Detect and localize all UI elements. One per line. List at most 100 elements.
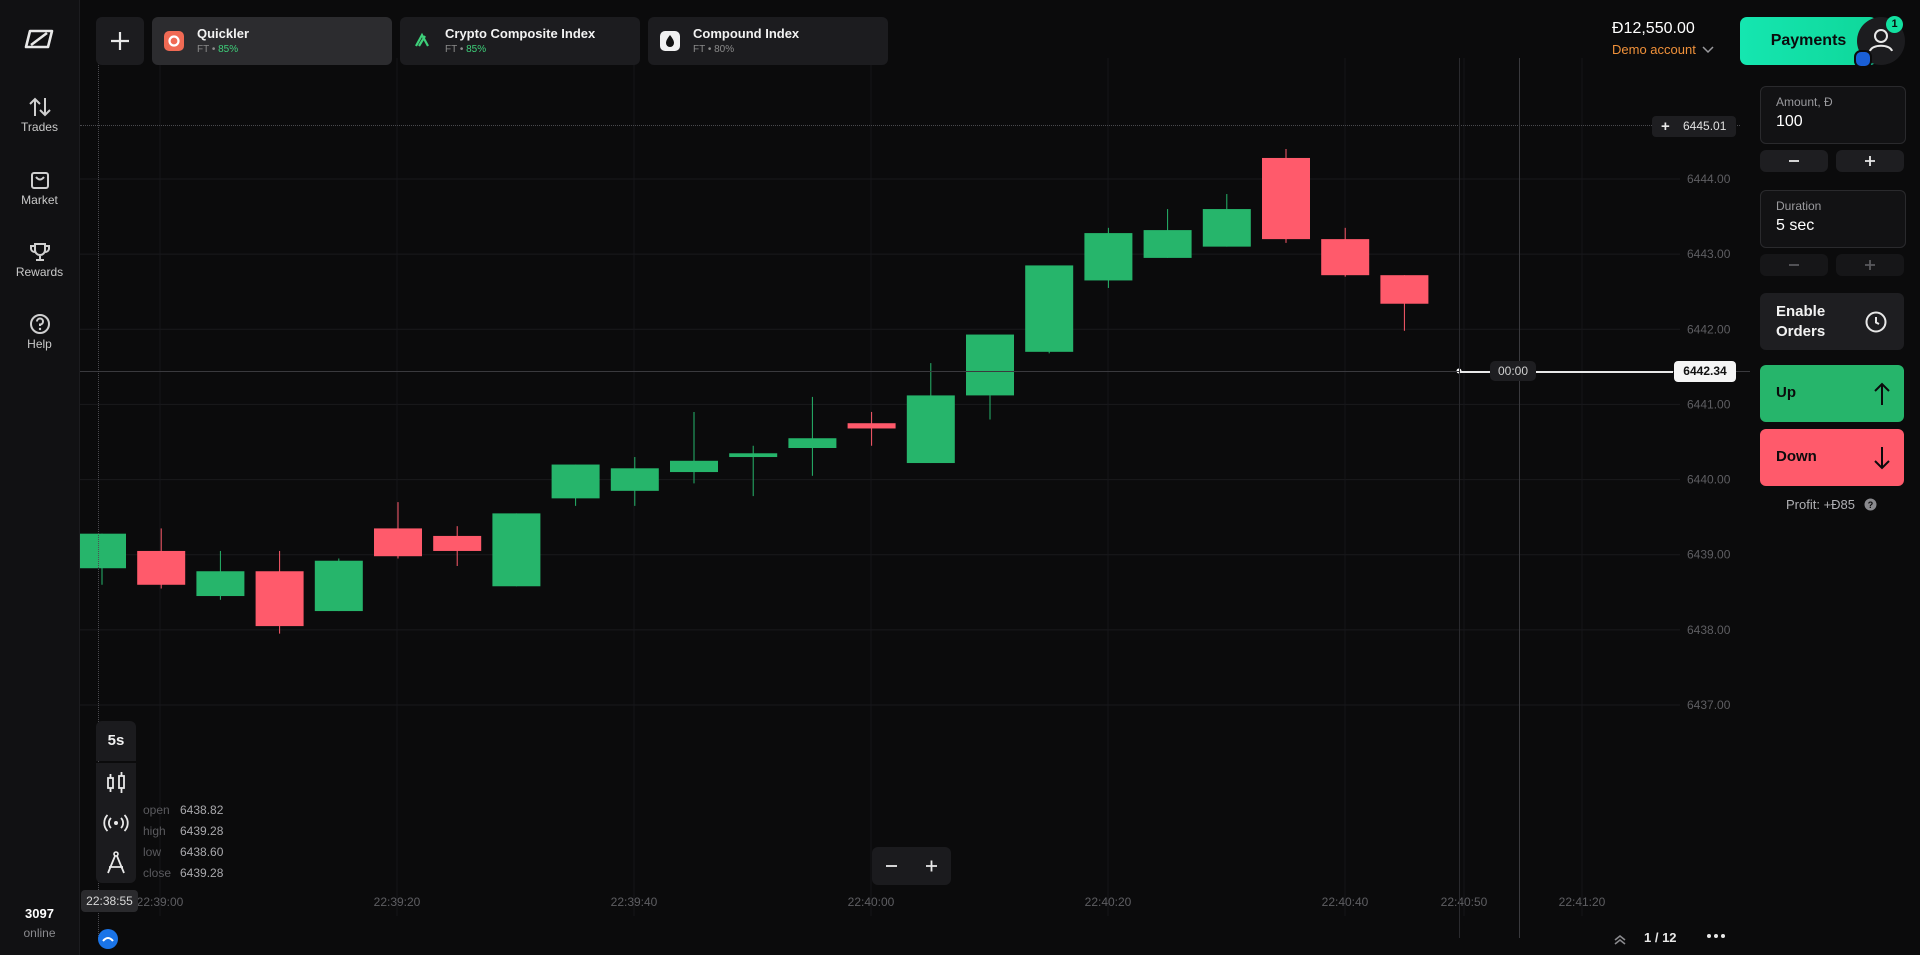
add-asset-button[interactable] [96, 17, 144, 65]
candle[interactable] [966, 334, 1014, 420]
x-tick-label: 22:39:40 [611, 895, 658, 909]
add-alert-icon[interactable]: + [1661, 116, 1670, 137]
candle[interactable] [314, 558, 363, 612]
candle-body [906, 395, 955, 464]
x-tick-label: 22:40:50 [1441, 895, 1488, 909]
scroll-up-icon[interactable] [1612, 932, 1628, 951]
sidebar-item-rewards[interactable]: Rewards [0, 241, 79, 279]
candle[interactable] [1262, 148, 1310, 243]
question-icon[interactable]: ? [1864, 498, 1877, 511]
candle[interactable] [729, 445, 778, 497]
candle[interactable] [255, 550, 304, 634]
x-tick-label: 22:40:40 [1322, 895, 1369, 909]
tab-subtitle: FT • 85% [197, 44, 239, 55]
arrow-up-icon [1874, 382, 1890, 405]
chat-avatar-icon[interactable] [98, 929, 118, 949]
candle[interactable] [80, 533, 126, 585]
quickler-icon [164, 31, 184, 51]
crosshair-price-label: 6445.01 [1683, 119, 1727, 133]
candle[interactable] [788, 396, 837, 476]
sidebar-item-market[interactable]: Market [0, 169, 79, 207]
candle[interactable] [1321, 227, 1370, 277]
chevron-down-icon [1702, 46, 1714, 54]
candle-body [729, 453, 778, 458]
broadcast-icon [103, 814, 129, 832]
timeframe-button[interactable]: 5s [96, 721, 136, 761]
candle[interactable] [610, 457, 659, 506]
crosshair-horizontal [80, 125, 1740, 126]
enable-orders-button[interactable]: Enable Orders [1760, 293, 1904, 350]
plus-icon [111, 32, 129, 50]
up-button[interactable]: Up [1760, 365, 1904, 422]
candle[interactable] [1380, 275, 1429, 331]
candle[interactable] [1143, 209, 1192, 258]
candle[interactable] [374, 502, 422, 559]
online-label: online [23, 926, 56, 940]
candle[interactable] [906, 363, 955, 464]
crypto-composite-icon [412, 31, 432, 51]
candle-body [1202, 209, 1251, 247]
candle-body [1262, 157, 1310, 240]
minus-icon [1789, 264, 1799, 266]
amount-increase-button[interactable] [1836, 150, 1904, 172]
compass-icon [107, 851, 125, 874]
pagination: 1 / 12 [1644, 930, 1677, 945]
candle[interactable] [1202, 194, 1251, 247]
candle-body [966, 334, 1014, 396]
candle[interactable] [137, 528, 186, 589]
candle[interactable] [551, 464, 600, 506]
candle[interactable] [492, 513, 541, 587]
candle[interactable] [670, 411, 718, 484]
candle-body [492, 513, 541, 587]
crosshair-price-badge[interactable]: + 6445.01 [1652, 116, 1736, 137]
account-selector[interactable]: Demo account [1612, 42, 1714, 57]
amount-value[interactable]: 100 [1776, 113, 1803, 131]
zoom-out-button[interactable] [872, 847, 911, 885]
tab-compound-index[interactable]: Compound Index FT • 80% [648, 17, 888, 65]
duration-field[interactable]: Duration 5 sec [1760, 190, 1906, 248]
zoom-in-button[interactable] [912, 847, 951, 885]
candle[interactable] [1025, 265, 1074, 354]
duration-label: Duration [1776, 199, 1822, 213]
amount-label: Amount, Đ [1776, 95, 1833, 109]
drawing-tools-button[interactable] [96, 843, 136, 883]
help-circle-icon [29, 314, 50, 334]
indicators-button[interactable] [96, 803, 136, 843]
duration-decrease-button[interactable] [1760, 254, 1828, 276]
tab-crypto-composite-index[interactable]: Crypto Composite Index FT • 85% [400, 17, 640, 65]
sidebar-item-help[interactable]: Help [0, 313, 79, 351]
duration-value[interactable]: 5 sec [1776, 217, 1814, 235]
shopping-bag-icon [30, 172, 49, 189]
tab-quickler[interactable]: Quickler FT • 85% [152, 17, 392, 65]
price-chart[interactable]: 6444.00 6443.00 6442.00 6441.00 6440.00 6439.… [80, 58, 1758, 938]
logo-icon[interactable] [22, 28, 56, 55]
status-avatar-icon [1854, 50, 1872, 68]
y-tick-label: 6444.00 [1687, 172, 1731, 186]
ohlc-close: close 6439.28 [143, 866, 224, 880]
up-label: Up [1776, 384, 1796, 401]
arrows-up-down-icon [28, 97, 51, 117]
candle-body [551, 464, 600, 499]
x-tick-label: 22:40:20 [1085, 895, 1132, 909]
sidebar-item-trades[interactable]: Trades [0, 96, 79, 134]
candle[interactable] [433, 526, 482, 566]
chart-type-button[interactable] [96, 763, 136, 803]
candle[interactable] [847, 411, 896, 446]
candle-body [1143, 230, 1192, 258]
arrow-down-icon [1874, 447, 1890, 470]
more-options-icon[interactable] [1704, 928, 1728, 949]
candle[interactable] [196, 550, 245, 600]
candle[interactable] [1084, 227, 1133, 288]
candle-body [80, 533, 126, 569]
enable-orders-label: Enable Orders [1776, 303, 1826, 340]
y-tick-label: 6440.00 [1687, 473, 1731, 487]
down-button[interactable]: Down [1760, 429, 1904, 486]
amount-decrease-button[interactable] [1760, 150, 1828, 172]
candle-body [1380, 275, 1429, 304]
minus-icon [886, 865, 897, 867]
plus-icon [926, 860, 937, 872]
tab-subtitle: FT • 85% [445, 44, 487, 55]
amount-field[interactable]: Amount, Đ 100 [1760, 86, 1906, 144]
y-tick-label: 6437.00 [1687, 698, 1731, 712]
duration-increase-button[interactable] [1836, 254, 1904, 276]
